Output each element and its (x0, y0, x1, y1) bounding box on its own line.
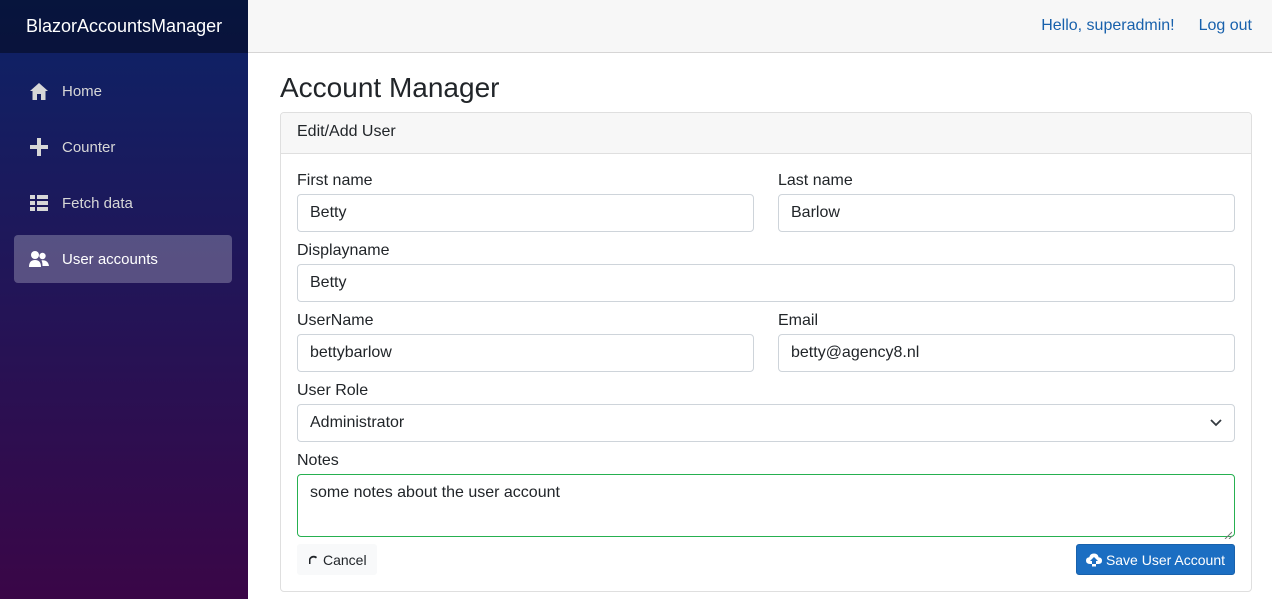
card-body: First name Betty Last name Barlow Displa… (281, 154, 1251, 575)
sidebar-item-user-accounts[interactable]: User accounts (14, 235, 232, 283)
notes-label: Notes (297, 452, 339, 469)
displayname-field[interactable]: Betty (297, 264, 1235, 302)
last-name-label: Last name (778, 172, 853, 189)
page-title: Account Manager (280, 72, 500, 103)
username-label: UserName (297, 312, 374, 329)
plus-icon (28, 136, 50, 158)
sidebar-item-home[interactable]: Home (14, 67, 232, 115)
sidebar-item-label: Home (62, 82, 103, 100)
edit-user-card: Edit/Add User First name Betty Last name… (280, 112, 1252, 592)
nav-menu: Home Counter Fetch data User accounts (0, 53, 248, 283)
first-name-label: First name (297, 172, 373, 189)
email-field[interactable]: betty@agency8.nl (778, 334, 1235, 372)
user-role-select[interactable]: Administrator (297, 404, 1235, 442)
email-label: Email (778, 312, 819, 329)
users-icon (28, 248, 50, 270)
save-user-account-button[interactable]: Save User Account (1075, 544, 1235, 575)
form-actions: Cancel Save User Account (297, 544, 1235, 575)
last-name-field[interactable]: Barlow (778, 194, 1235, 232)
resize-handle-icon[interactable] (1224, 526, 1233, 540)
sidebar-item-label: Counter (62, 138, 116, 156)
sidebar-item-fetch-data[interactable]: Fetch data (14, 179, 232, 227)
sidebar-item-label: User accounts (62, 250, 158, 268)
undo-icon (307, 554, 319, 566)
top-row: Hello, superadmin! Log out (248, 0, 1272, 53)
brand-link[interactable]: BlazorAccountsManager (26, 16, 222, 37)
logout-link[interactable]: Log out (1199, 17, 1252, 35)
home-icon (28, 80, 50, 102)
save-label: Save User Account (1105, 551, 1225, 568)
greeting-link[interactable]: Hello, superadmin! (1041, 17, 1174, 35)
cloud-upload-icon (1085, 553, 1102, 567)
first-name-field[interactable]: Betty (297, 194, 754, 232)
card-header: Edit/Add User (281, 113, 1251, 154)
cancel-button[interactable]: Cancel (297, 544, 377, 575)
main-content: Account Manager Edit/Add User First name… (280, 53, 1252, 592)
sidebar-item-label: Fetch data (62, 194, 133, 212)
displayname-label: Displayname (297, 242, 390, 259)
brand-bar: BlazorAccountsManager (0, 0, 248, 53)
notes-value: some notes about the user account (310, 484, 560, 501)
user-role-value: Administrator (310, 414, 405, 431)
cancel-label: Cancel (323, 551, 367, 568)
sidebar-item-counter[interactable]: Counter (14, 123, 232, 171)
username-field[interactable]: bettybarlow (297, 334, 754, 372)
user-role-label: User Role (297, 382, 369, 399)
chevron-down-icon (1210, 414, 1222, 432)
sidebar: BlazorAccountsManager Home Counter Fetch… (0, 0, 248, 599)
notes-textarea[interactable]: some notes about the user account (297, 474, 1235, 540)
list-icon (28, 192, 50, 214)
